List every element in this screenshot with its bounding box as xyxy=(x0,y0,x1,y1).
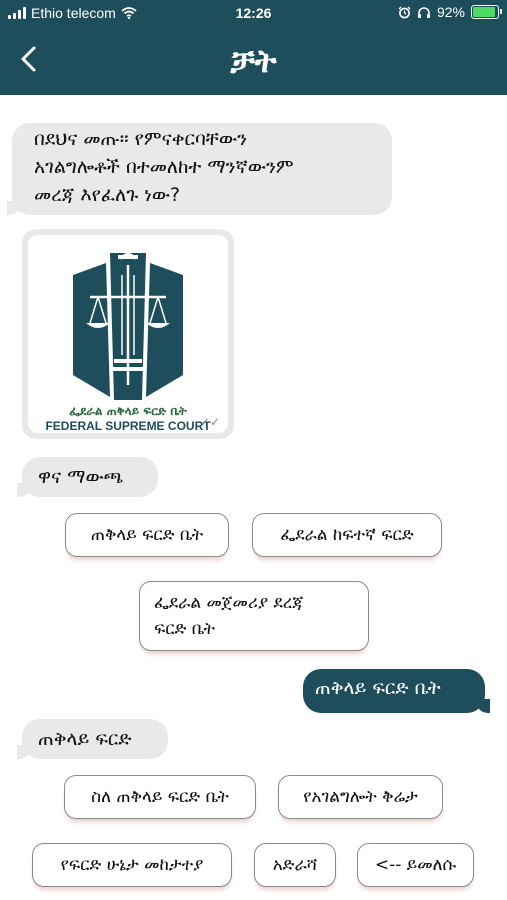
quick-reply-label: ፌደራል መጀመሪያ ደረጃ ፍርድ ቤት xyxy=(154,590,303,642)
message-text: ጠቅላይ ፍርድ ቤት xyxy=(315,677,441,699)
page-title: ቻት xyxy=(230,42,277,80)
quick-reply-federal-high-court[interactable]: ፌደራል ከፍተኛ ፍርድ xyxy=(252,513,442,557)
chat-area[interactable]: በደህና መጡ። የምናቀርባቸውን አገልግሎቶች በተመለከተ ማንኛውንም… xyxy=(0,95,507,900)
message-line: በደህና መጡ። የምናቀርባቸውን xyxy=(34,128,248,150)
logo-text-english: FEDERAL SUPREME COURT xyxy=(45,419,211,433)
message-text: ጠቅላይ ፍርድ xyxy=(38,728,132,750)
read-receipt-icon: ✓✓ xyxy=(199,415,220,429)
quick-reply-address[interactable]: አድራሻ xyxy=(254,843,336,887)
message-line: መረጃ እየፈለጉ ነው? xyxy=(34,184,181,206)
battery-percent: 92% xyxy=(436,4,465,20)
logo-text-amharic: ፌደራል ጠቅላይ ፍርድ ቤት xyxy=(69,404,187,418)
quick-reply-service-complaint[interactable]: የአገልግሎት ቅሬታ xyxy=(278,775,443,819)
status-right: 92% xyxy=(398,4,502,20)
quick-reply-supreme-court[interactable]: ጠቅላይ ፍርድ ቤት xyxy=(65,513,229,557)
alarm-icon xyxy=(398,6,411,18)
quick-reply-line: ፌደራል መጀመሪያ ደረጃ xyxy=(154,593,304,613)
bubble-tail xyxy=(17,483,31,497)
message-text: ዋና ማውጫ xyxy=(38,466,124,488)
image-message[interactable]: ፌደራል ጠቅላይ ፍርድ ቤት FEDERAL SUPREME COURT ✓… xyxy=(22,229,234,439)
battery-fill xyxy=(473,7,496,17)
quick-reply-about-supreme-court[interactable]: ስለ ጠቅላይ ፍርድ ቤት xyxy=(64,775,256,819)
battery-icon xyxy=(471,5,502,19)
bubble-tail xyxy=(7,201,21,215)
headphones-icon xyxy=(417,6,430,18)
top-bar: Ethio telecom 12:26 92% ቻት xyxy=(0,0,507,95)
quick-reply-line: ፍርድ ቤት xyxy=(154,619,216,639)
bot-message-main-menu: ዋና ማውጫ xyxy=(17,457,158,497)
message-line: አገልግሎቶች በተመለከተ ማንኛውንም xyxy=(34,156,294,178)
quick-reply-go-back[interactable]: <-- ይመለሱ xyxy=(357,843,474,887)
court-logo-icon xyxy=(73,253,183,400)
quick-reply-case-tracking[interactable]: የፍርድ ሁኔታ መከታተያ xyxy=(32,843,232,887)
bubble-tail xyxy=(17,745,31,759)
bot-message-supreme: ጠቅላይ ፍርድ xyxy=(17,719,168,759)
status-bar: Ethio telecom 12:26 92% xyxy=(0,0,507,28)
court-logo-image: ፌደራል ጠቅላይ ፍርድ ቤት FEDERAL SUPREME COURT ✓… xyxy=(28,235,228,433)
quick-reply-first-instance-court[interactable]: ፌደራል መጀመሪያ ደረጃ ፍርድ ቤት xyxy=(139,581,369,651)
bubble-tail xyxy=(476,699,490,713)
bot-message-welcome: በደህና መጡ። የምናቀርባቸውን አገልግሎቶች በተመለከተ ማንኛውንም… xyxy=(7,123,392,215)
user-message: ጠቅላይ ፍርድ ቤት xyxy=(303,669,490,713)
chat-header: ቻት xyxy=(0,28,507,95)
